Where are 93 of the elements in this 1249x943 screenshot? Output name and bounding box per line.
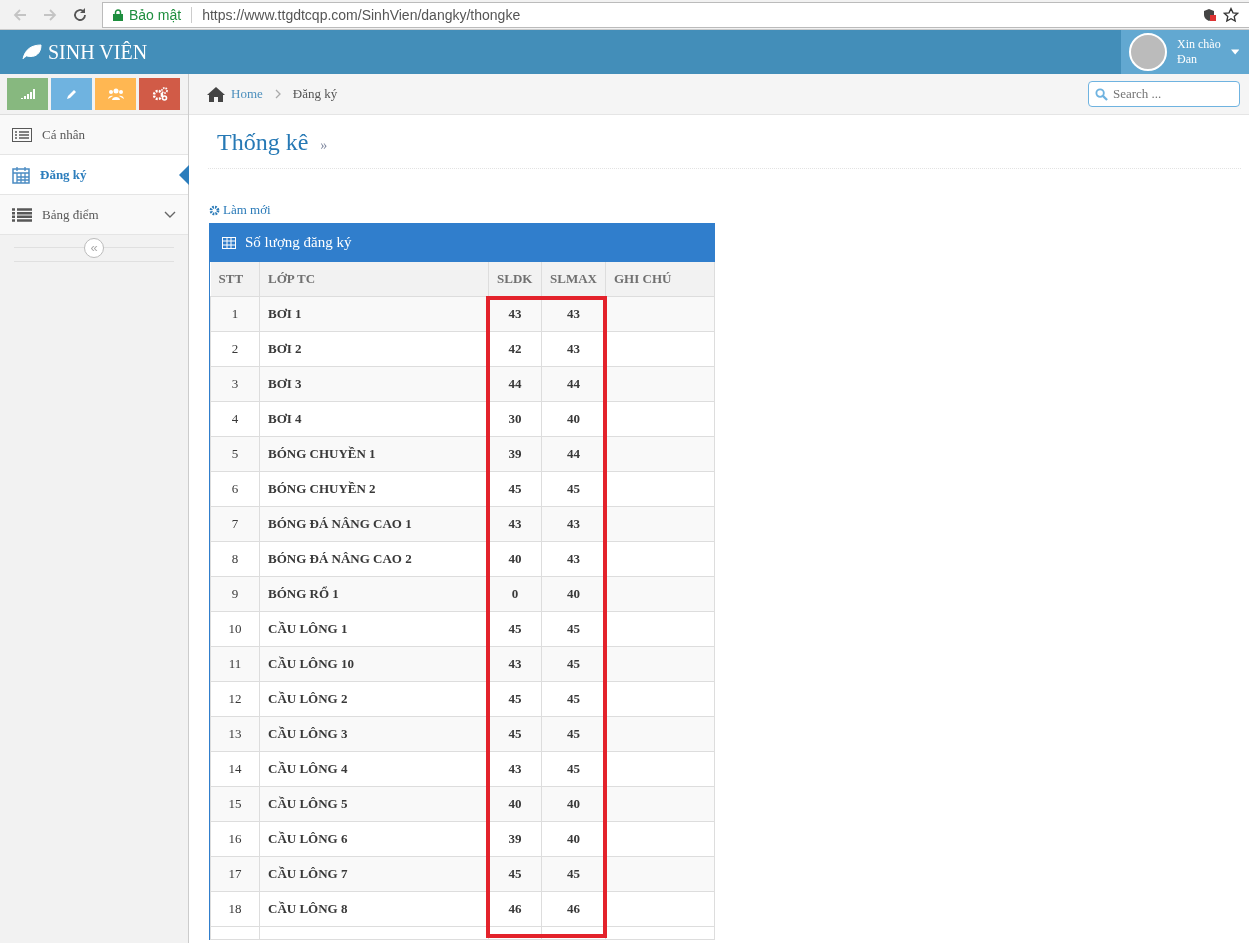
security-label: Bảo mật [129, 6, 182, 23]
gears-icon [151, 87, 168, 101]
search-field[interactable]: Search ... [1088, 81, 1240, 107]
table-cell: 11 [210, 646, 260, 681]
user-menu[interactable]: Xin chào Đan [1121, 30, 1249, 74]
table-icon [222, 236, 236, 249]
table-cell: 30 [488, 401, 542, 436]
table-cell: 45 [488, 471, 542, 506]
shortcut-button[interactable] [95, 78, 136, 110]
table-cell: 18 [210, 891, 260, 926]
table-cell: 17 [210, 856, 260, 891]
page-title: Thống kê [217, 129, 309, 156]
brand-logo[interactable]: SINH VIÊN [0, 40, 148, 64]
column-header[interactable]: SLDK [488, 261, 542, 296]
reload-icon[interactable] [72, 6, 88, 23]
title-suffix: » [320, 138, 328, 154]
table-cell: 4 [210, 401, 260, 436]
table-cell: 16 [210, 821, 260, 856]
table-cell: 0 [488, 576, 542, 611]
table-cell: 1 [210, 296, 260, 331]
table-cell: 2 [210, 331, 260, 366]
list-box-icon [12, 127, 32, 142]
home-icon [207, 86, 225, 102]
caret-icon [1230, 49, 1239, 55]
table-cell: BƠI 3 [259, 366, 489, 401]
table-cell: 7 [210, 506, 260, 541]
table-cell: 40 [488, 541, 542, 576]
pencil-icon [65, 88, 78, 100]
star-icon[interactable] [1223, 6, 1239, 23]
back-icon[interactable] [12, 6, 28, 23]
shortcut-button[interactable] [139, 78, 180, 110]
table-cell: CẦU LÔNG 10 [259, 646, 489, 681]
user-name: Đan [1177, 52, 1198, 67]
table-cell: CẦU LÔNG 7 [259, 856, 489, 891]
list-icon [12, 207, 32, 222]
table-cell: 43 [488, 751, 542, 786]
calendar-icon [12, 165, 30, 184]
table-cell: 45 [488, 611, 542, 646]
leaf-icon [22, 44, 42, 60]
greeting-text: Xin chào [1177, 37, 1221, 52]
table-cell: 42 [488, 331, 542, 366]
table-cell: 6 [210, 471, 260, 506]
signal-bars-icon [20, 89, 35, 99]
table-cell: 9 [210, 576, 260, 611]
table-cell: BÓNG CHUYỀN 1 [259, 436, 489, 471]
table-cell: 8 [210, 541, 260, 576]
breadcrumb-current: Đăng ký [292, 86, 338, 102]
lock-icon [113, 8, 123, 21]
gear-icon [209, 204, 220, 216]
chevron-right-icon [274, 89, 281, 99]
table-cell: 45 [488, 681, 542, 716]
table-cell: 43 [488, 506, 542, 541]
table-cell: 46 [488, 891, 542, 926]
column-header[interactable]: SLMAX [541, 261, 606, 296]
table-cell: 15 [210, 786, 260, 821]
collapse-sidebar-button[interactable]: « [84, 238, 104, 258]
brand-name: SINH VIÊN [48, 40, 148, 64]
table-cell: BƠI 1 [259, 296, 489, 331]
column-header[interactable]: GHI CHÚ [605, 261, 715, 296]
table-cell: 40 [488, 786, 542, 821]
table-cell: 45 [488, 856, 542, 891]
table-cell: CẦU LÔNG 3 [259, 716, 489, 751]
table-cell: 14 [210, 751, 260, 786]
table-cell: 39 [488, 436, 542, 471]
table-cell: CẦU LÔNG 5 [259, 786, 489, 821]
table-cell: BÓNG RỔ 1 [259, 576, 489, 611]
table-cell: 44 [488, 366, 542, 401]
url-text: https://www.ttgdtcqp.com/SinhVien/dangky/thongke [202, 6, 521, 23]
table-title: Số lượng đăng ký [245, 234, 352, 251]
search-icon [1095, 88, 1108, 101]
table-cell: 13 [210, 716, 260, 751]
table-cell: 39 [488, 821, 542, 856]
table-cell: 12 [210, 681, 260, 716]
sidebar-item[interactable]: Đăng ký [0, 155, 188, 195]
shortcut-button[interactable] [7, 78, 48, 110]
users-icon [107, 88, 124, 100]
sidebar-item[interactable]: Cá nhân [0, 115, 188, 155]
refresh-link[interactable]: Làm mới [209, 202, 271, 218]
table-cell: 10 [210, 611, 260, 646]
breadcrumb-link[interactable]: Home [231, 86, 263, 102]
shield-icon[interactable] [1203, 7, 1217, 22]
table-cell: BÓNG ĐÁ NÂNG CAO 1 [259, 506, 489, 541]
forward-icon[interactable] [42, 6, 58, 23]
table-cell: 43 [488, 646, 542, 681]
active-pointer [179, 165, 189, 185]
address-bar[interactable]: Bảo mật https://www.ttgdtcqp.com/SinhVien/dangky/thongke [102, 1, 1249, 28]
column-header[interactable]: STT [210, 261, 260, 296]
table-cell: 3 [210, 366, 260, 401]
table-cell: 45 [488, 716, 542, 751]
avatar [1129, 33, 1167, 71]
table-cell: 5 [210, 436, 260, 471]
sidebar-item[interactable]: Bảng điểm [0, 195, 188, 235]
column-header[interactable]: LỚP TC [259, 261, 489, 296]
